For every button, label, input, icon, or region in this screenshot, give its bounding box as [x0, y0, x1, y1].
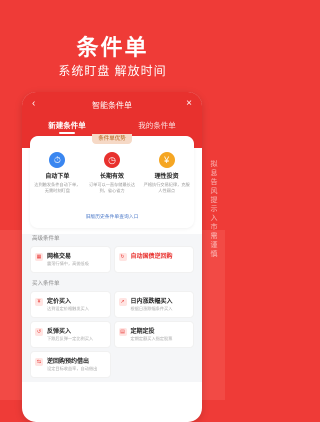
order-card-fixed-invest[interactable]: ▤ 定期定投 定期定额买入指定股票: [113, 321, 194, 348]
risk-side-note: 拟息告风提示入市需谨慎: [210, 161, 218, 258]
coin-icon: ¥: [158, 152, 175, 168]
advantage-tag: 条件单优势: [92, 134, 132, 144]
card-name: 逆回购预约借出: [47, 359, 90, 365]
order-card-price-buy[interactable]: ¥ 定价买入 达到设定价格触发买入: [30, 291, 111, 318]
card-desc: 震荡行情中，高抛低吸: [47, 261, 89, 266]
tab-my-orders[interactable]: 我的条件单: [112, 120, 202, 131]
price-icon: ¥: [35, 298, 43, 306]
refresh-icon: ↻: [118, 253, 127, 261]
section-title-buy: 买入条件单: [32, 281, 60, 287]
advantage-item: ◷ 长期有效 订单可以一直存储最长达到，省心省力: [85, 152, 140, 193]
card-name: 定期定投: [130, 329, 155, 335]
card-name: 反弹买入: [47, 329, 72, 335]
hero-title: 条件单: [76, 35, 149, 60]
order-card-reverse-repo[interactable]: ⇆ 逆回购预约借出 设定目标收益率，自动借出: [30, 351, 111, 378]
card-name: 日内涨跌幅买入: [130, 299, 173, 305]
advantage-name: 长期有效: [100, 174, 125, 180]
card-name: 网格交易: [47, 254, 72, 260]
order-card-auto-repo[interactable]: ↻ 自动国债逆回购: [113, 246, 194, 273]
advantage-item: ¥ 理性投资 严格执行交易纪律，克服人性弱点: [139, 152, 194, 193]
grid-icon: ▦: [35, 253, 43, 261]
order-card-intraday-buy[interactable]: ↗ 日内涨跌幅买入 根据日涨跌幅条件买入: [113, 291, 194, 318]
calendar-icon: ▤: [118, 328, 127, 336]
advantage-desc: 严格执行交易纪律，克服人性弱点: [143, 182, 190, 193]
time-icon: ◷: [104, 152, 120, 168]
card-desc: 定期定额买入指定股票: [130, 336, 173, 341]
card-name: 自动国债逆回购: [130, 254, 173, 260]
order-card-grid-trade[interactable]: ▦ 网格交易 震荡行情中，高抛低吸: [30, 246, 111, 273]
tab-new-order[interactable]: 新建条件单: [22, 120, 112, 134]
rise-icon: ↗: [118, 298, 127, 306]
hero-subtitle: 系统盯盘 解放时间: [58, 64, 167, 78]
phone-title: 智能条件单: [92, 101, 132, 110]
close-icon[interactable]: ×: [186, 98, 192, 109]
reverse-icon: ⇆: [35, 358, 43, 366]
advantage-card: 条件单优势 ⏱ 自动下单 达到触发条件自动下单，无需时刻盯盘 ◷ 长期有效 订单…: [30, 134, 194, 228]
card-desc: 根据日涨跌幅条件买入: [130, 306, 173, 311]
advantage-name: 理性投资: [154, 174, 179, 180]
history-link[interactable]: 旧版历史条件单查询入口: [30, 213, 194, 220]
advantage-name: 自动下单: [45, 174, 70, 180]
rebound-icon: ↺: [35, 328, 43, 336]
advantage-desc: 达到触发条件自动下单，无需时刻盯盘: [34, 182, 81, 193]
card-desc: 达到设定价格触发买入: [47, 306, 89, 311]
section-title-advanced: 高级条件单: [32, 236, 60, 242]
card-desc: 设定目标收益率，自动借出: [47, 366, 98, 371]
card-name: 定价买入: [47, 299, 72, 305]
card-desc: 下跌后反弹一定比例买入: [47, 336, 94, 341]
phone-tabs: 新建条件单 我的条件单: [22, 120, 202, 134]
clock-icon: ⏱: [49, 152, 66, 168]
advantage-desc: 订单可以一直存储最长达到，省心省力: [88, 182, 136, 193]
advantage-item: ⏱ 自动下单 达到触发条件自动下单，无需时刻盯盘: [30, 152, 85, 193]
phone-mockup: ‹ 智能条件单 × 新建条件单 我的条件单 条件单优势 ⏱ 自动下单 达到触发条…: [22, 92, 202, 422]
order-card-rebound-buy[interactable]: ↺ 反弹买入 下跌后反弹一定比例买入: [30, 321, 111, 348]
